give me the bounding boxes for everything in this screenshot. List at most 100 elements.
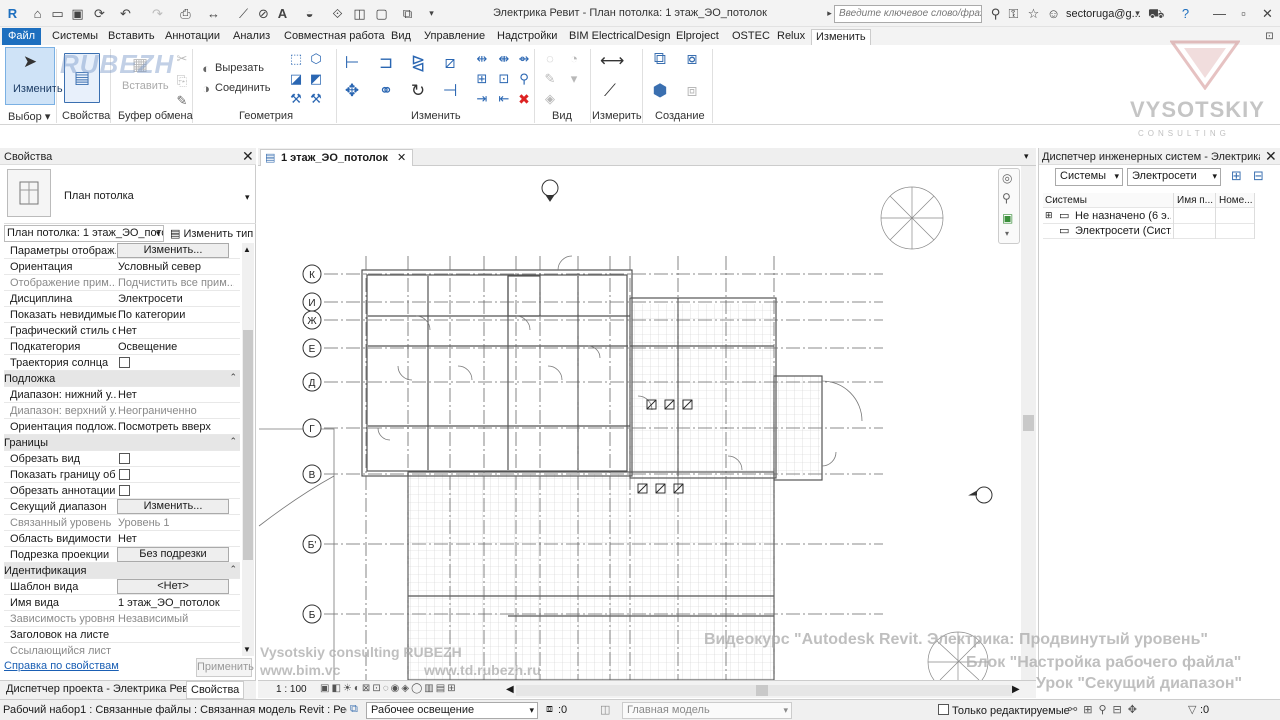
- trim-multi-icon[interactable]: ⇤: [494, 89, 514, 109]
- split-icon[interactable]: ⇹: [472, 49, 492, 69]
- property-row[interactable]: Область видимости Нет: [4, 531, 240, 547]
- temp-view-icon[interactable]: ◈: [401, 683, 411, 694]
- instance-dropdown-icon[interactable]: ▾: [156, 228, 161, 239]
- property-edit-button[interactable]: Без подрезки: [117, 547, 229, 562]
- highlight-icon[interactable]: ▤: [436, 683, 447, 694]
- analysis-icon[interactable]: ▥: [424, 683, 435, 694]
- star-icon[interactable]: ☆: [1026, 6, 1041, 21]
- copy-icon[interactable]: ⎘: [172, 71, 192, 91]
- close-hidden-icon[interactable]: ▢: [374, 6, 389, 21]
- edit-type-button[interactable]: ▤ Изменить тип: [170, 227, 253, 240]
- create-parts-icon[interactable]: ⬢: [650, 81, 670, 101]
- detail-level-icon[interactable]: ▣: [320, 683, 331, 694]
- switch-windows-icon[interactable]: ⧉: [400, 6, 415, 21]
- systems-filter-select[interactable]: Системы ▾: [1055, 168, 1123, 186]
- mirror-draw-icon[interactable]: ⧄: [440, 53, 460, 73]
- property-group-header[interactable]: Идентификация ⌃: [4, 563, 240, 579]
- tab-elproject[interactable]: Elproject: [672, 29, 723, 45]
- override-icon[interactable]: ◔: [564, 49, 584, 69]
- trim-icon[interactable]: ⊣: [440, 81, 460, 101]
- column-header[interactable]: Номе...: [1219, 195, 1253, 206]
- tab-insert[interactable]: Вставить: [104, 29, 159, 45]
- panel-select[interactable]: Выбор ▾: [8, 110, 50, 123]
- tab-project-browser[interactable]: Диспетчер проекта - Электрика Ревит: [2, 683, 203, 695]
- properties-scroll-thumb[interactable]: [243, 330, 253, 560]
- property-row[interactable]: Подрезка проекции Без подрезки: [4, 547, 240, 563]
- unpin-icon[interactable]: ⇴: [514, 49, 534, 69]
- property-row[interactable]: Отображение прим... Подчистить все прим..…: [4, 275, 240, 291]
- view-tabs-dropdown-icon[interactable]: ▾: [1024, 151, 1029, 162]
- align-icon[interactable]: ⊢: [342, 53, 362, 73]
- editable-only-checkbox[interactable]: [938, 704, 949, 715]
- workset-icon[interactable]: ⧉: [350, 703, 358, 716]
- ribbon-options-icon[interactable]: ⊡: [1262, 29, 1277, 44]
- text-icon[interactable]: A: [275, 6, 290, 21]
- property-row[interactable]: Шаблон вида <Нет>: [4, 579, 240, 595]
- lightbulb-icon[interactable]: ◯: [411, 683, 424, 694]
- scroll-up-icon[interactable]: ▲: [243, 245, 251, 254]
- tab-view[interactable]: Вид: [387, 29, 415, 45]
- navigation-bar[interactable]: ◎ ⚲ ▣ ▾: [998, 168, 1020, 244]
- property-edit-button[interactable]: <Нет>: [117, 579, 229, 594]
- property-row[interactable]: Показать границу об...: [4, 467, 240, 483]
- zoom-icon[interactable]: ⚲: [1002, 191, 1016, 205]
- instance-filter-select[interactable]: План потолка: 1 этаж_ЭО_потол: [4, 225, 164, 242]
- tab-collaborate[interactable]: Совместная работа: [280, 29, 389, 45]
- design-options-icon[interactable]: ◫: [600, 703, 610, 716]
- copy-element-icon[interactable]: ⚭: [376, 81, 396, 101]
- modify-button[interactable]: ➤ Изменить: [5, 47, 63, 105]
- property-row[interactable]: Имя вида 1 этаж_ЭО_потолок: [4, 595, 240, 611]
- select-underlay-icon[interactable]: ⊞: [1083, 704, 1098, 716]
- array-icon[interactable]: ⊞: [472, 69, 492, 89]
- file-menu[interactable]: Файл: [2, 28, 42, 45]
- property-value[interactable]: Посмотреть вверх: [118, 421, 234, 433]
- search-input[interactable]: Введите ключевое слово/фразу: [834, 5, 982, 23]
- scroll-left-icon[interactable]: ◀: [506, 684, 514, 695]
- tab-bim-electrical[interactable]: BIM ElectricalDesign: [565, 29, 674, 45]
- property-row[interactable]: Траектория солнца: [4, 355, 240, 371]
- thin-lines-icon[interactable]: ◫: [352, 6, 367, 21]
- property-value[interactable]: По категории: [118, 309, 234, 321]
- view-control-icons[interactable]: ▣◧☀◐⊠⊡◌◉◈◯▥▤⊞: [320, 683, 458, 694]
- property-row[interactable]: Ссылающийся лист: [4, 643, 240, 656]
- redo-icon[interactable]: ↷: [150, 6, 165, 21]
- paint-icon[interactable]: ◩: [306, 69, 326, 89]
- column-settings-icon[interactable]: ⊞: [1231, 168, 1242, 184]
- pin-icon[interactable]: ⚲: [514, 69, 534, 89]
- measure-line-icon[interactable]: ⟋: [600, 81, 620, 101]
- nav-dropdown-icon[interactable]: ▾: [1005, 229, 1009, 238]
- subscription-icon[interactable]: ⚿: [1006, 6, 1021, 21]
- view-scale[interactable]: 1 : 100: [276, 684, 307, 695]
- property-value[interactable]: Нет: [118, 325, 234, 337]
- property-row[interactable]: Связанный уровень Уровень 1: [4, 515, 240, 531]
- section-icon[interactable]: ⟐: [330, 6, 345, 21]
- properties-help-link[interactable]: Справка по свойствам: [4, 660, 119, 672]
- tab-ostec[interactable]: OSTEC: [728, 29, 774, 45]
- measure-icon[interactable]: ↔: [206, 6, 221, 21]
- tab-analyze[interactable]: Анализ: [229, 29, 274, 45]
- cart-icon[interactable]: ⛟: [1148, 6, 1164, 21]
- property-checkbox[interactable]: [119, 357, 130, 368]
- paste-label[interactable]: Вставить: [122, 80, 169, 92]
- property-row[interactable]: Заголовок на листе: [4, 627, 240, 643]
- collapse-group-icon[interactable]: ⌃: [229, 564, 237, 575]
- property-value[interactable]: Нет: [118, 533, 234, 545]
- minimize-icon[interactable]: —: [1212, 6, 1227, 21]
- property-row[interactable]: Дисциплина Электросети: [4, 291, 240, 307]
- wall-join-icon[interactable]: ⬚: [286, 49, 306, 69]
- trim-single-icon[interactable]: ⇥: [472, 89, 492, 109]
- select-links-icon[interactable]: ⚯: [1068, 704, 1083, 716]
- horizontal-scroll-thumb[interactable]: [756, 685, 768, 696]
- visual-style-icon[interactable]: ◧: [331, 683, 342, 694]
- hammer-icon[interactable]: ⚒: [306, 89, 326, 109]
- drawing-canvas[interactable]: К И Ж Е Д Г В Б' Б Vysotskiy consulting …: [258, 166, 1021, 680]
- constraints-icon[interactable]: ⊞: [447, 683, 457, 694]
- cut-geometry-button[interactable]: Вырезать: [215, 62, 264, 74]
- drag-elements-icon[interactable]: ✥: [1128, 704, 1143, 716]
- hide-icon[interactable]: ◌: [540, 49, 560, 69]
- 3d-view-icon[interactable]: ◒: [302, 6, 317, 21]
- save-icon[interactable]: ▣: [70, 6, 85, 21]
- active-workset-select[interactable]: Рабочее освещение ▾: [366, 702, 538, 719]
- view-tab[interactable]: ▤ 1 этаж_ЭО_потолок ✕: [260, 149, 414, 166]
- close-properties-icon[interactable]: ✕: [242, 149, 254, 163]
